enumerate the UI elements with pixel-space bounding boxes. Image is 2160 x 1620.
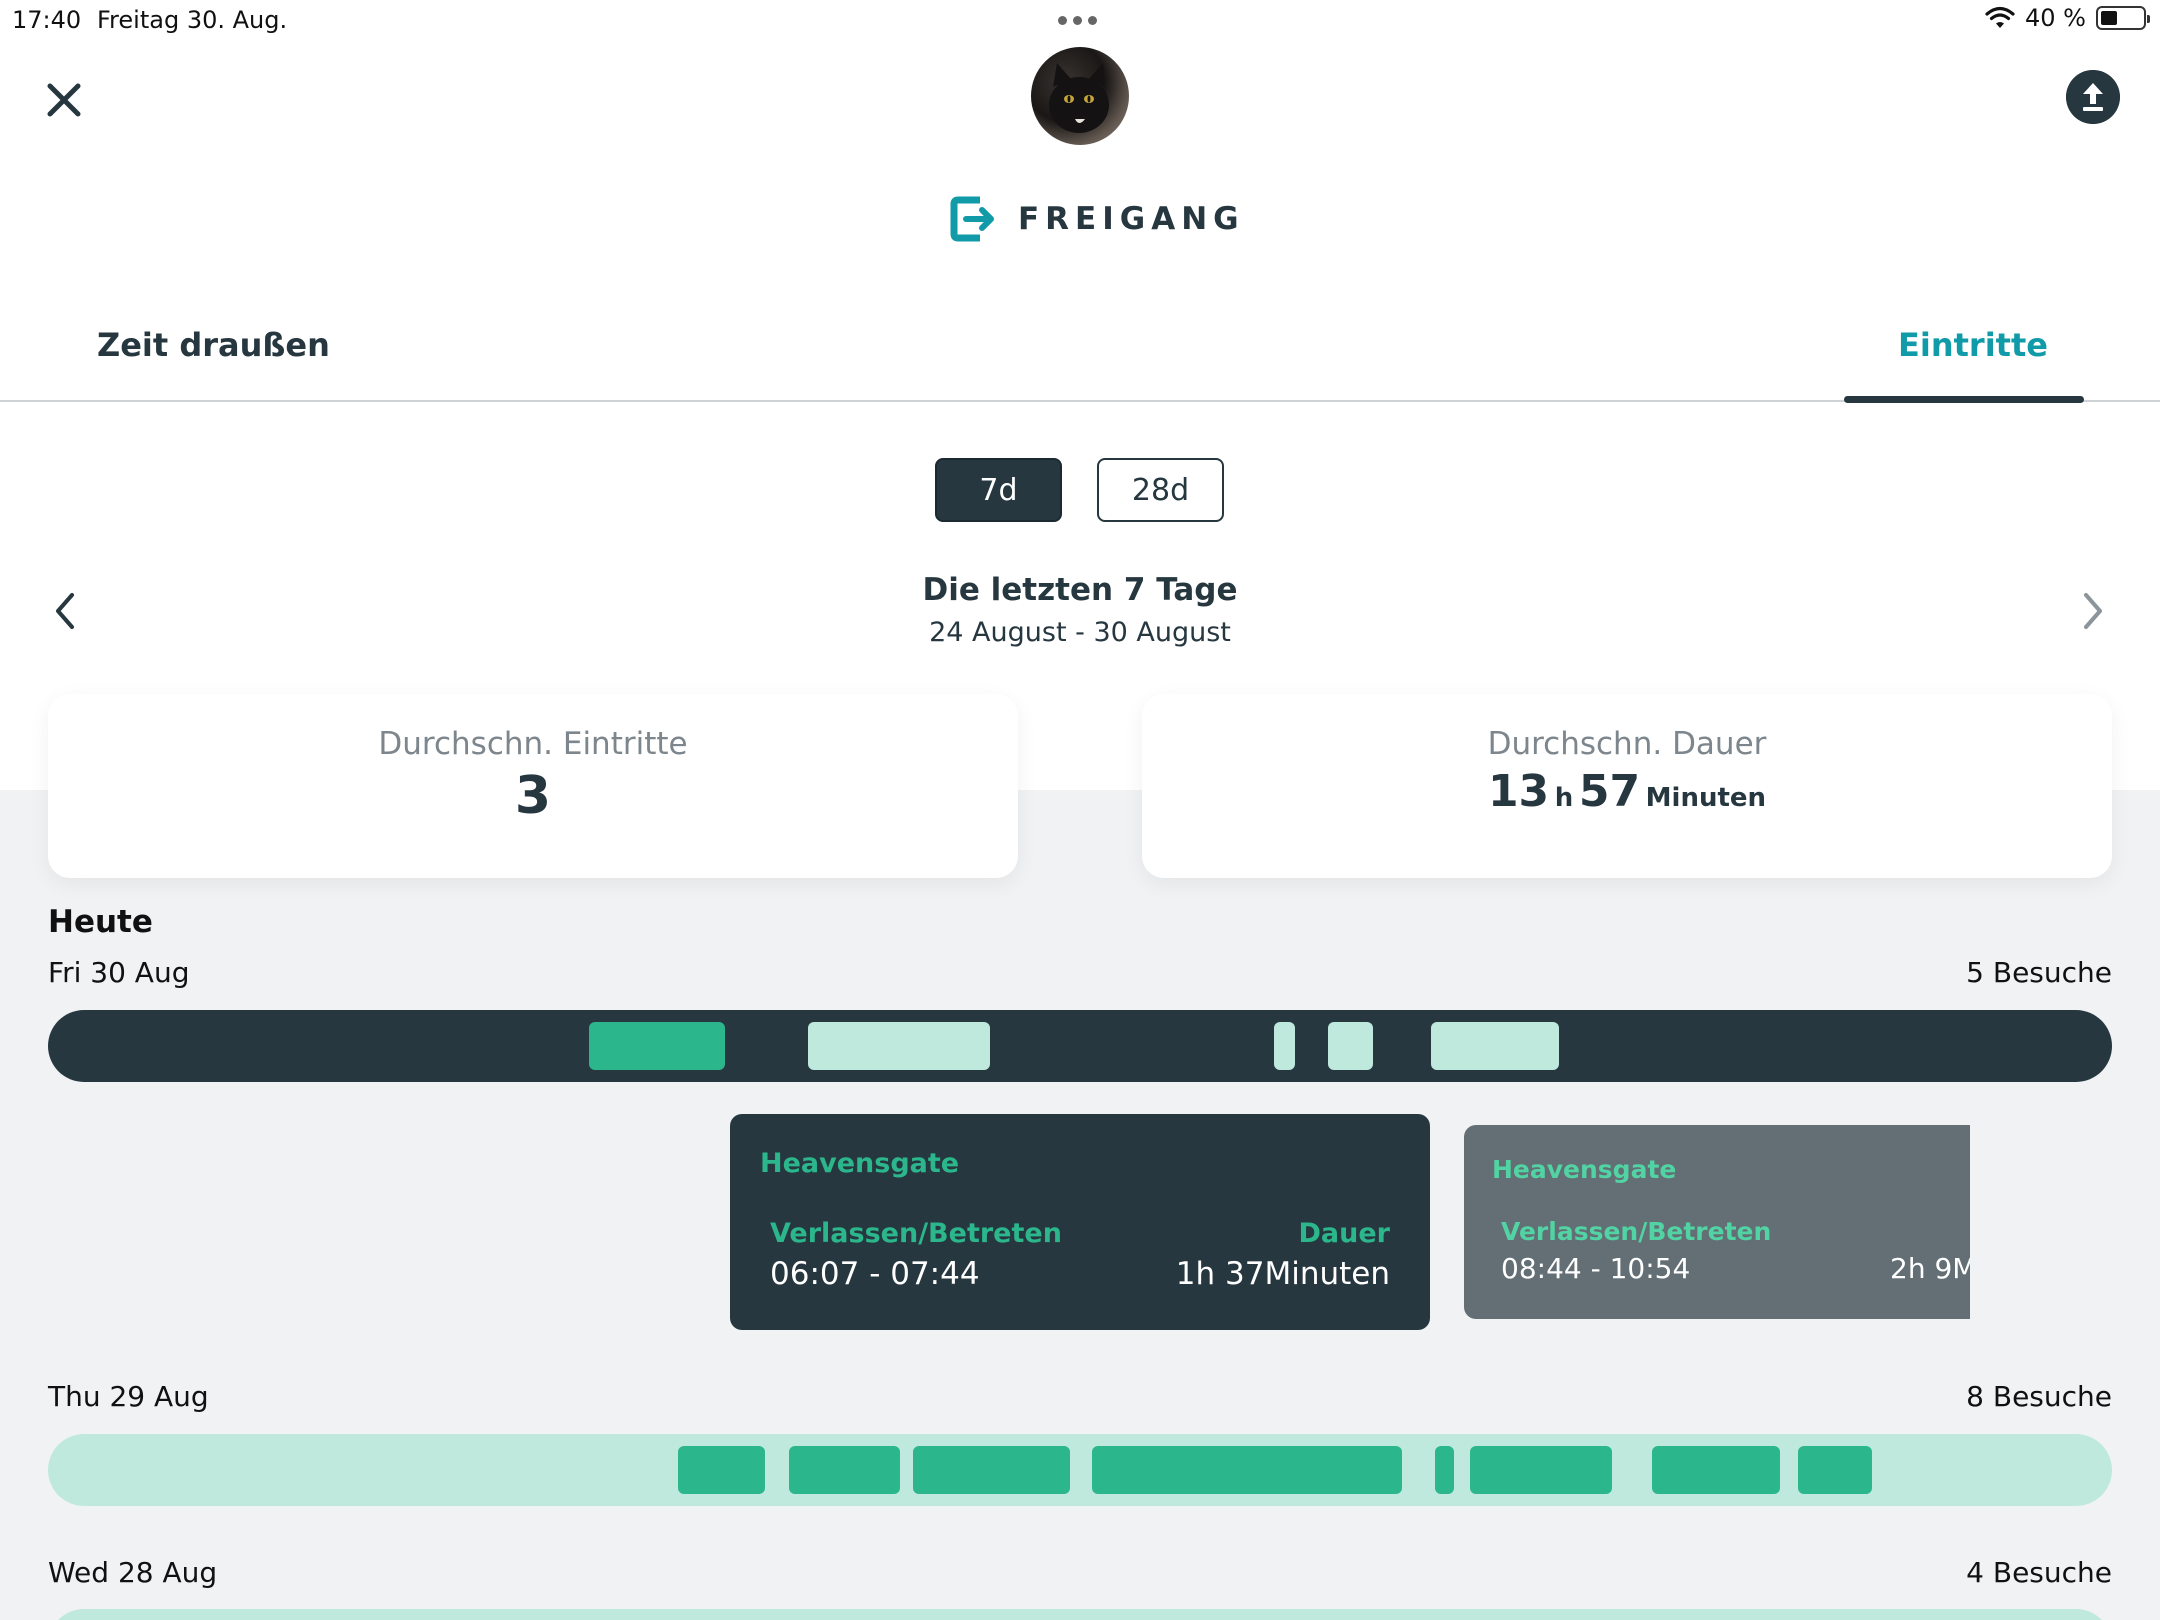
visit-segment[interactable] (1328, 1022, 1373, 1070)
tab-active-indicator (1844, 396, 2084, 403)
visit-segment[interactable] (1652, 1446, 1780, 1494)
avg-duration-minutes: 57 (1578, 766, 1641, 817)
day-label: Fri 30 Aug (48, 956, 190, 989)
day-timeline[interactable] (48, 1434, 2112, 1506)
tooltip-range-label: Verlassen/Betreten (770, 1218, 1062, 1249)
visit-segment[interactable] (1435, 1446, 1454, 1494)
range-7d-button[interactable]: 7d (935, 458, 1062, 522)
avg-duration-minutes-unit: Minuten (1645, 783, 1767, 813)
period-title: Die letzten 7 Tage (922, 572, 1238, 608)
status-date: Freitag 30. Aug. (97, 6, 288, 34)
tooltip-range: 08:44 - 10:54 (1501, 1252, 1691, 1285)
day-label: Wed 28 Aug (48, 1556, 218, 1589)
wifi-icon (1985, 6, 2015, 28)
tooltip-place: Heavensgate (1492, 1155, 1677, 1184)
brand-title: FREIGANG (1018, 201, 1245, 237)
chevron-right-icon[interactable] (2078, 590, 2108, 632)
visit-tooltip-selected[interactable]: Heavensgate Verlassen/Betreten 06:07 - 0… (730, 1114, 1430, 1330)
avg-duration-label: Durchschn. Dauer (1487, 726, 1767, 762)
day-visit-count: 8 Besuche (1966, 1380, 2112, 1413)
day-timeline[interactable] (48, 1609, 2112, 1620)
tooltip-duration: 2h 9M (1890, 1252, 1970, 1285)
tab-eintritte[interactable]: Eintritte (1898, 326, 2048, 364)
day-visit-count: 5 Besuche (1966, 956, 2112, 989)
tooltip-range-label: Verlassen/Betreten (1501, 1217, 1772, 1246)
close-icon[interactable] (44, 80, 84, 120)
visit-segment[interactable] (789, 1446, 900, 1494)
range-28d-button[interactable]: 28d (1097, 458, 1224, 522)
visit-segment[interactable] (678, 1446, 765, 1494)
multitasking-dots[interactable] (1058, 16, 1097, 25)
visit-segment[interactable] (589, 1022, 725, 1070)
avg-duration-hours: 13 (1487, 766, 1550, 817)
period-range: 24 August - 30 August (929, 617, 1231, 648)
visit-segment[interactable] (1092, 1446, 1402, 1494)
tab-divider (0, 400, 2160, 402)
avg-duration-value-row: 13 h 57 Minuten (1142, 766, 2112, 817)
visit-segment[interactable] (1798, 1446, 1872, 1494)
day-visit-count: 4 Besuche (1966, 1556, 2112, 1589)
day-timeline[interactable] (48, 1010, 2112, 1082)
battery-icon (2096, 6, 2150, 30)
upload-icon[interactable] (2066, 70, 2120, 124)
exit-door-icon (950, 196, 994, 242)
avg-entries-card: Durchschn. Eintritte 3 (48, 694, 1018, 878)
tooltip-duration: 1h 37Minuten (1175, 1256, 1390, 1292)
days-heading: Heute (48, 904, 153, 940)
visit-segment[interactable] (1470, 1446, 1612, 1494)
tab-zeit-draussen[interactable]: Zeit draußen (97, 326, 330, 364)
visit-segment[interactable] (1431, 1022, 1559, 1070)
tooltip-place: Heavensgate (760, 1148, 960, 1179)
day-label: Thu 29 Aug (48, 1380, 209, 1413)
tooltip-range: 06:07 - 07:44 (770, 1256, 980, 1292)
avg-entries-value: 3 (514, 766, 552, 826)
battery-percent: 40 % (2025, 4, 2086, 32)
pet-avatar (1031, 47, 1129, 145)
status-right: 40 % (1985, 4, 2150, 32)
brand: FREIGANG (950, 196, 1245, 242)
tooltip-duration-label: Dauer (1298, 1218, 1390, 1249)
visit-segment[interactable] (1274, 1022, 1295, 1070)
avg-entries-label: Durchschn. Eintritte (378, 726, 688, 762)
status-time: 17:40 (12, 6, 82, 34)
visit-segment[interactable] (808, 1022, 990, 1070)
avg-entries-value-row: 3 (48, 766, 1018, 826)
avg-duration-card: Durchschn. Dauer 13 h 57 Minuten (1142, 694, 2112, 878)
visit-tooltip[interactable]: Heavensgate Verlassen/Betreten 08:44 - 1… (1464, 1125, 1970, 1319)
visit-segment[interactable] (913, 1446, 1070, 1494)
avg-duration-hours-unit: h (1554, 783, 1574, 813)
